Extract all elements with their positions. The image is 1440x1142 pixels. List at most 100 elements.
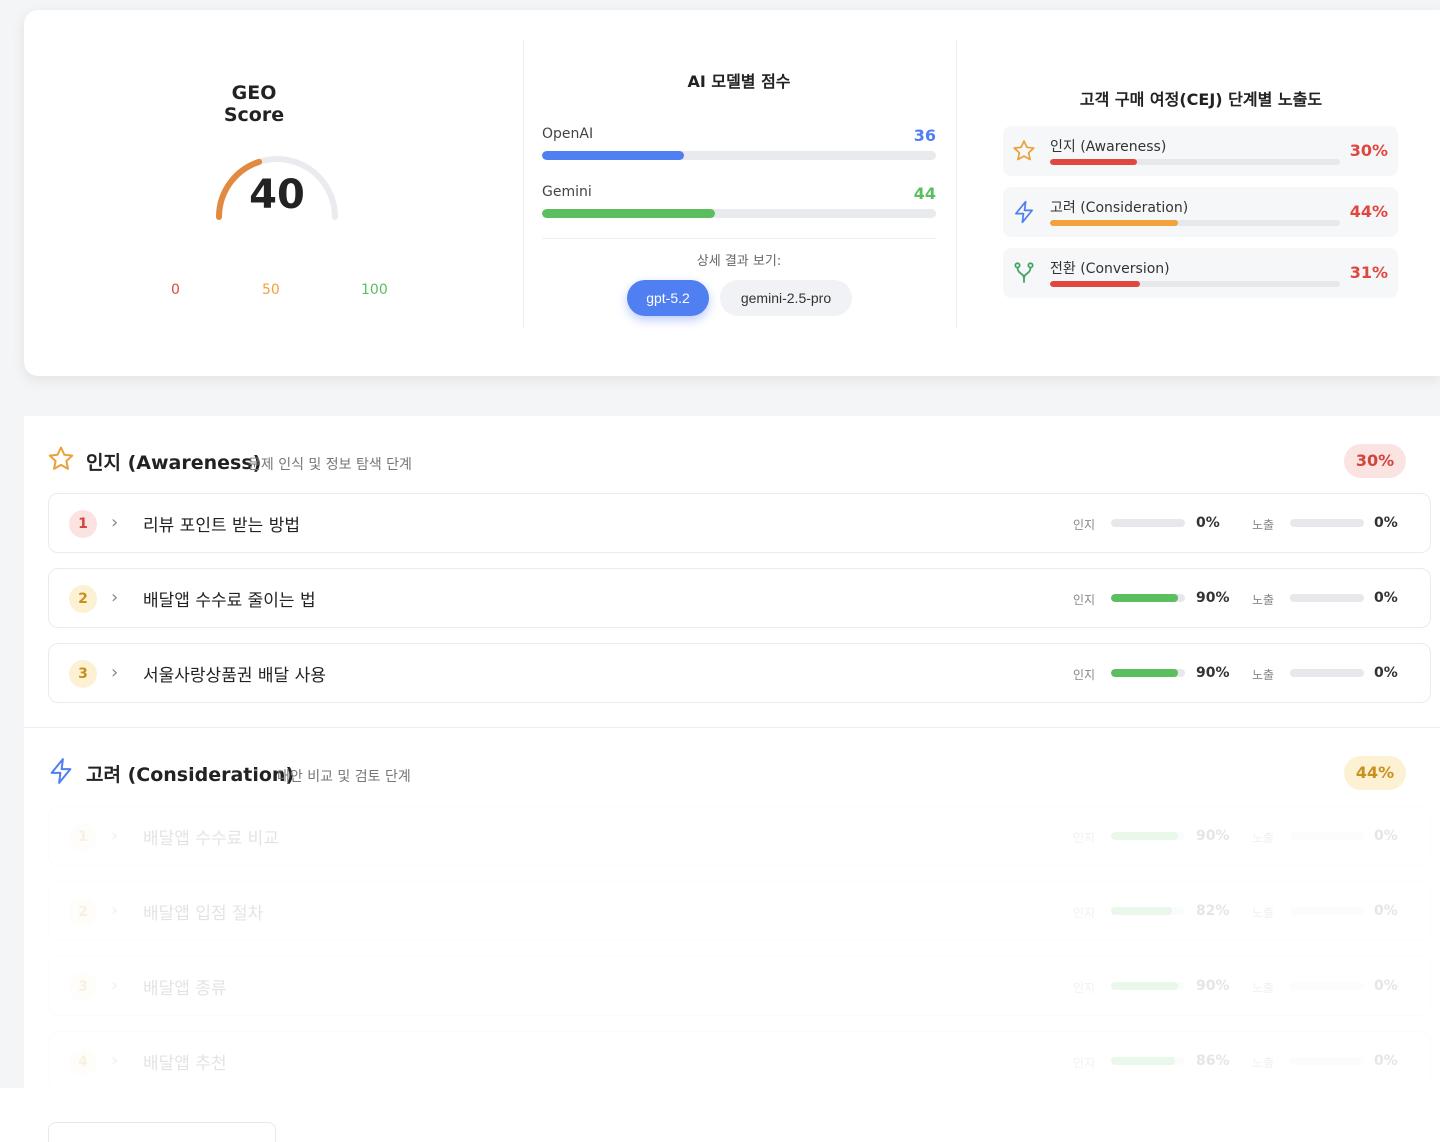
detail-results-label: 상세 결과 보기: <box>696 254 782 269</box>
recognition-bar-fill <box>1111 594 1178 602</box>
lightning-icon <box>1015 200 1033 224</box>
cej-bar-consideration <box>1050 220 1340 226</box>
question-row[interactable]: 4 › 배달앱 추천 인지 86% 노출 0% <box>48 1031 1431 1091</box>
exposure-pct: 0% <box>1374 590 1398 606</box>
recognition-bar <box>1111 519 1185 527</box>
geo-score-title: GEO Score <box>223 82 285 126</box>
model-name-openai: OpenAI <box>542 126 594 142</box>
exposure-bar <box>1290 982 1364 990</box>
model-button-gpt[interactable]: gpt-5.2 <box>627 280 709 316</box>
recognition-label: 인지 <box>1073 518 1096 532</box>
question-rank-badge: 4 <box>69 1048 97 1076</box>
column-divider <box>956 40 957 328</box>
recognition-pct: 0% <box>1196 515 1220 531</box>
recognition-pct: 90% <box>1196 978 1230 994</box>
exposure-pct: 0% <box>1374 903 1398 919</box>
chevron-right-icon[interactable]: › <box>111 1048 127 1074</box>
cej-label-awareness: 인지 (Awareness) <box>1050 139 1167 155</box>
star-icon <box>48 446 74 470</box>
model-name-gemini: Gemini <box>542 184 592 200</box>
exposure-label: 노출 <box>1252 981 1275 995</box>
question-rank-badge: 1 <box>69 510 97 538</box>
cej-bar-fill-consideration <box>1050 220 1178 226</box>
cej-row-consideration: 고려 (Consideration) 44% <box>1003 187 1398 237</box>
gauge-tick-mid: 50 <box>262 282 280 298</box>
recognition-bar <box>1111 1057 1185 1065</box>
fork-icon <box>1014 262 1034 283</box>
recognition-label: 인지 <box>1073 906 1096 920</box>
recognition-pct: 86% <box>1196 1053 1230 1069</box>
cej-label-consideration: 고려 (Consideration) <box>1050 200 1189 216</box>
page: GEO Score 40 0 50 100 AI 모델별 점수 OpenAI 3… <box>0 0 1440 1142</box>
next-card-edge <box>48 1122 276 1142</box>
stage-description: 대안 비교 및 검토 단계 <box>277 769 411 785</box>
question-text: 배달앱 수수료 줄이는 법 <box>143 591 316 611</box>
cej-bar-awareness <box>1050 159 1340 165</box>
recognition-bar-fill <box>1111 669 1178 677</box>
question-row[interactable]: 1 › 리뷰 포인트 받는 방법 인지 0% 노출 0% <box>48 493 1431 553</box>
stage-description: 문제 인식 및 정보 탐색 단계 <box>248 457 412 473</box>
question-row[interactable]: 2 › 배달앱 입점 절차 인지 82% 노출 0% <box>48 881 1431 941</box>
chevron-right-icon[interactable]: › <box>111 660 127 686</box>
stage-divider <box>24 727 1440 728</box>
recognition-label: 인지 <box>1073 981 1096 995</box>
question-row[interactable]: 3 › 배달앱 종류 인지 90% 노출 0% <box>48 956 1431 1016</box>
question-row[interactable]: 2 › 배달앱 수수료 줄이는 법 인지 90% 노출 0% <box>48 568 1431 628</box>
question-text: 배달앱 수수료 비교 <box>143 829 279 849</box>
exposure-label: 노출 <box>1252 593 1275 607</box>
stage-pct-badge: 30% <box>1344 444 1406 478</box>
question-text: 배달앱 종류 <box>143 979 227 999</box>
stage-header-consideration[interactable]: 고려 (Consideration) 대안 비교 및 검토 단계 44% <box>24 750 1416 790</box>
exposure-bar <box>1290 669 1364 677</box>
model-bar-fill-openai <box>542 151 684 160</box>
question-text: 서울사랑상품권 배달 사용 <box>143 666 326 686</box>
cej-bar-fill-conversion <box>1050 281 1140 287</box>
model-button-gemini[interactable]: gemini-2.5-pro <box>720 280 852 316</box>
chevron-right-icon[interactable]: › <box>111 898 127 924</box>
recognition-bar <box>1111 982 1185 990</box>
cej-row-conversion: 전환 (Conversion) 31% <box>1003 248 1398 298</box>
cej-pct-awareness: 30% <box>1349 141 1388 160</box>
question-text: 배달앱 입점 절차 <box>143 904 264 924</box>
recognition-bar-fill <box>1111 1057 1175 1065</box>
recognition-pct: 82% <box>1196 903 1230 919</box>
chevron-right-icon[interactable]: › <box>111 510 127 536</box>
model-bar-fill-gemini <box>542 209 716 218</box>
exposure-bar <box>1290 1057 1364 1065</box>
exposure-pct: 0% <box>1374 515 1398 531</box>
chevron-right-icon[interactable]: › <box>111 585 127 611</box>
question-text: 리뷰 포인트 받는 방법 <box>143 516 300 536</box>
model-divider <box>542 238 936 239</box>
question-rank-badge: 1 <box>69 823 97 851</box>
cej-label-conversion: 전환 (Conversion) <box>1050 261 1170 277</box>
chevron-right-icon[interactable]: › <box>111 973 127 999</box>
exposure-pct: 0% <box>1374 978 1398 994</box>
recognition-bar <box>1111 907 1185 915</box>
exposure-pct: 0% <box>1374 1053 1398 1069</box>
exposure-pct: 0% <box>1374 828 1398 844</box>
recognition-label: 인지 <box>1073 831 1096 845</box>
recognition-pct: 90% <box>1196 590 1230 606</box>
geo-score-value: 40 <box>249 172 305 218</box>
exposure-label: 노출 <box>1252 906 1275 920</box>
exposure-label: 노출 <box>1252 831 1275 845</box>
model-scores-title: AI 모델별 점수 <box>687 72 791 91</box>
gauge-tick-max: 100 <box>361 282 388 298</box>
exposure-label: 노출 <box>1252 1056 1275 1070</box>
question-row[interactable]: 1 › 배달앱 수수료 비교 인지 90% 노출 0% <box>48 806 1431 866</box>
cej-bar-fill-awareness <box>1050 159 1137 165</box>
model-bar-gemini <box>542 209 936 218</box>
exposure-bar <box>1290 519 1364 527</box>
recognition-pct: 90% <box>1196 665 1230 681</box>
recognition-pct: 90% <box>1196 828 1230 844</box>
cej-title: 고객 구매 여정(CEJ) 단계별 노출도 <box>1079 90 1323 109</box>
question-rank-badge: 3 <box>69 660 97 688</box>
model-score-gemini: 44 <box>913 184 936 203</box>
lightning-icon <box>50 758 72 784</box>
question-rank-badge: 2 <box>69 585 97 613</box>
recognition-label: 인지 <box>1073 668 1096 682</box>
recognition-label: 인지 <box>1073 1056 1096 1070</box>
question-row[interactable]: 3 › 서울사랑상품권 배달 사용 인지 90% 노출 0% <box>48 643 1431 703</box>
stage-header-awareness[interactable]: 인지 (Awareness) 문제 인식 및 정보 탐색 단계 30% <box>24 438 1416 478</box>
chevron-right-icon[interactable]: › <box>111 823 127 849</box>
